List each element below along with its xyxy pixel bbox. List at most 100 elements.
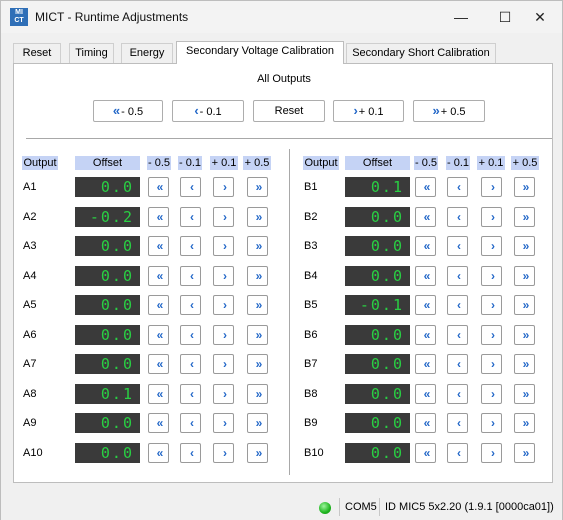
- row-a-minus-0.5-button[interactable]: «: [148, 443, 169, 463]
- row-a-plus-0.1-button[interactable]: ›: [213, 325, 234, 345]
- row-a-plus-0.1-button[interactable]: ›: [213, 354, 234, 374]
- row-b-minus-0.1-button[interactable]: ‹: [447, 207, 468, 227]
- row-b-minus-0.1-button[interactable]: ‹: [447, 413, 468, 433]
- row-b-plus-0.5-button[interactable]: »: [514, 384, 535, 404]
- row-a-plus-0.5-button[interactable]: »: [247, 266, 268, 286]
- row-b-plus-0.1-button[interactable]: ›: [481, 266, 502, 286]
- row-a-minus-0.1-button[interactable]: ‹: [180, 443, 201, 463]
- row-b-minus-0.1-button[interactable]: ‹: [447, 236, 468, 256]
- tab-energy[interactable]: Energy: [121, 43, 173, 63]
- row-a-minus-0.1-button[interactable]: ‹: [180, 413, 201, 433]
- tab-secondary-short-calibration[interactable]: Secondary Short Calibration: [346, 43, 496, 63]
- row-a-plus-0.1-button[interactable]: ›: [213, 295, 234, 315]
- row-a-minus-0.5-button[interactable]: «: [148, 384, 169, 404]
- close-button[interactable]: ✕: [518, 5, 562, 29]
- row-b-minus-0.5-button[interactable]: «: [415, 177, 436, 197]
- row-a-minus-0.1-button[interactable]: ‹: [180, 325, 201, 345]
- row-b-plus-0.5-button[interactable]: »: [514, 177, 535, 197]
- row-b-minus-0.1-button[interactable]: ‹: [447, 443, 468, 463]
- row-a-minus-0.5-button[interactable]: «: [148, 325, 169, 345]
- row-a-minus-0.5-button[interactable]: «: [148, 295, 169, 315]
- row-a-minus-0.1-button[interactable]: ‹: [180, 266, 201, 286]
- row-b-plus-0.1-button[interactable]: ›: [481, 325, 502, 345]
- row-b-minus-0.1-button[interactable]: ‹: [447, 177, 468, 197]
- row-b-plus-0.1-button[interactable]: ›: [481, 177, 502, 197]
- row-b-minus-0.5-button[interactable]: «: [415, 207, 436, 227]
- row-a-minus-0.1-button[interactable]: ‹: [180, 236, 201, 256]
- row-a-plus-0.1-button[interactable]: ›: [213, 177, 234, 197]
- row-b-plus-0.5-button[interactable]: »: [514, 266, 535, 286]
- row-a-plus-0.5-button[interactable]: »: [247, 325, 268, 345]
- all-minus-0.1-button[interactable]: ‹ - 0.1: [172, 100, 244, 122]
- row-b-minus-0.5-button[interactable]: «: [415, 295, 436, 315]
- row-b-minus-0.5-button[interactable]: «: [415, 325, 436, 345]
- row-a-minus-0.5-button[interactable]: «: [148, 266, 169, 286]
- row-a-minus-0.5-button[interactable]: «: [148, 236, 169, 256]
- row-b-plus-0.1-button[interactable]: ›: [481, 384, 502, 404]
- row-a-plus-0.1-button[interactable]: ›: [213, 207, 234, 227]
- row-b-minus-0.5-button[interactable]: «: [415, 236, 436, 256]
- row-a-minus-0.5-button[interactable]: «: [148, 413, 169, 433]
- row-b-plus-0.5-button[interactable]: »: [514, 207, 535, 227]
- tab-timing[interactable]: Timing: [69, 43, 114, 63]
- main-window: MI CT MICT - Runtime Adjustments — ☐ ✕ Re…: [0, 0, 563, 520]
- row-a-plus-0.5-button[interactable]: »: [247, 177, 268, 197]
- row-a-minus-0.5-button[interactable]: «: [148, 354, 169, 374]
- row-b-minus-0.1-button[interactable]: ‹: [447, 295, 468, 315]
- all-reset-button[interactable]: Reset: [253, 100, 325, 122]
- row-a-plus-0.1-button[interactable]: ›: [213, 384, 234, 404]
- row-b-plus-0.1-button[interactable]: ›: [481, 295, 502, 315]
- row-a-plus-0.1-button[interactable]: ›: [213, 236, 234, 256]
- row-b-plus-0.5-button[interactable]: »: [514, 354, 535, 374]
- row-b-plus-0.1-button[interactable]: ›: [481, 443, 502, 463]
- row-a-plus-0.5-button[interactable]: »: [247, 443, 268, 463]
- row-b-plus-0.1-button[interactable]: ›: [481, 413, 502, 433]
- row-b-minus-0.5-button[interactable]: «: [415, 413, 436, 433]
- chevron-left-icon: ‹: [190, 269, 194, 283]
- row-a-minus-0.5-button[interactable]: «: [148, 177, 169, 197]
- chevron-left-icon: ‹: [457, 446, 461, 460]
- row-b-minus-0.1-button[interactable]: ‹: [447, 354, 468, 374]
- row-b-plus-0.1-button[interactable]: ›: [481, 354, 502, 374]
- row-b-plus-0.5-button[interactable]: »: [514, 295, 535, 315]
- row-a-minus-0.1-button[interactable]: ‹: [180, 207, 201, 227]
- row-b-minus-0.1-button[interactable]: ‹: [447, 325, 468, 345]
- row-b-plus-0.5-button[interactable]: »: [514, 236, 535, 256]
- chevron-left-icon: ‹: [194, 103, 199, 118]
- row-b-minus-0.5-button[interactable]: «: [415, 266, 436, 286]
- row-a-plus-0.5-button[interactable]: »: [247, 236, 268, 256]
- all-plus-0.5-button[interactable]: » + 0.5: [413, 100, 485, 122]
- chevron-right-icon: ›: [491, 387, 495, 401]
- row-b-plus-0.1-button[interactable]: ›: [481, 236, 502, 256]
- row-b-minus-0.5-button[interactable]: «: [415, 354, 436, 374]
- tab-reset[interactable]: Reset: [13, 43, 61, 63]
- row-a-plus-0.5-button[interactable]: »: [247, 354, 268, 374]
- row-a-minus-0.5-button[interactable]: «: [148, 207, 169, 227]
- row-b-plus-0.1-button[interactable]: ›: [481, 207, 502, 227]
- all-plus-0.1-button[interactable]: › + 0.1: [333, 100, 404, 122]
- row-b-minus-0.1-button[interactable]: ‹: [447, 266, 468, 286]
- row-a-minus-0.1-button[interactable]: ‹: [180, 384, 201, 404]
- row-b-minus-0.5-button[interactable]: «: [415, 384, 436, 404]
- row-a-plus-0.1-button[interactable]: ›: [213, 443, 234, 463]
- all-minus-0.5-button[interactable]: «- 0.5: [93, 100, 163, 122]
- double-chevron-right-icon: »: [255, 269, 262, 283]
- row-b-minus-0.5-button[interactable]: «: [415, 443, 436, 463]
- row-a-minus-0.1-button[interactable]: ‹: [180, 295, 201, 315]
- row-a-plus-0.1-button[interactable]: ›: [213, 413, 234, 433]
- row-b-plus-0.5-button[interactable]: »: [514, 325, 535, 345]
- offset-display: 0.1: [345, 177, 410, 197]
- row-a-plus-0.5-button[interactable]: »: [247, 384, 268, 404]
- row-a-plus-0.1-button[interactable]: ›: [213, 266, 234, 286]
- row-a-plus-0.5-button[interactable]: »: [247, 413, 268, 433]
- minimize-button[interactable]: —: [439, 5, 483, 29]
- row-a-plus-0.5-button[interactable]: »: [247, 295, 268, 315]
- output-label: A8: [23, 388, 37, 400]
- row-a-plus-0.5-button[interactable]: »: [247, 207, 268, 227]
- tab-secondary-voltage-calibration[interactable]: Secondary Voltage Calibration: [176, 41, 344, 64]
- row-a-minus-0.1-button[interactable]: ‹: [180, 354, 201, 374]
- row-b-minus-0.1-button[interactable]: ‹: [447, 384, 468, 404]
- row-b-plus-0.5-button[interactable]: »: [514, 413, 535, 433]
- row-a-minus-0.1-button[interactable]: ‹: [180, 177, 201, 197]
- row-b-plus-0.5-button[interactable]: »: [514, 443, 535, 463]
